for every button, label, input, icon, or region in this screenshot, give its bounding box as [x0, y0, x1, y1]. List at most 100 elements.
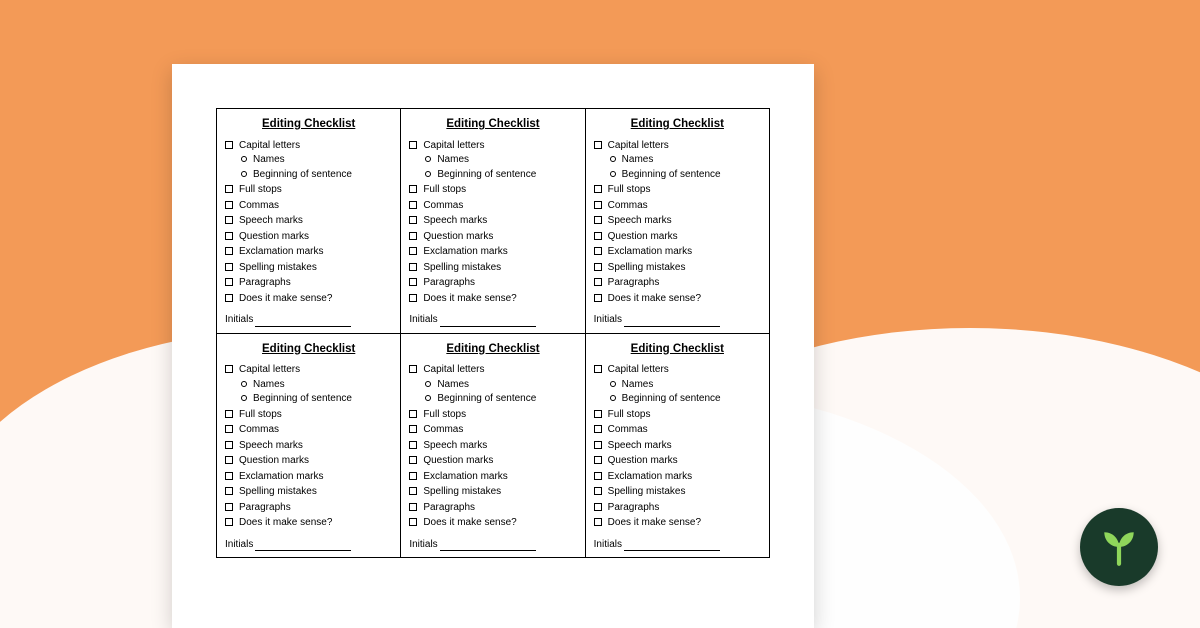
checkbox-icon[interactable]: [594, 365, 602, 373]
checkbox-icon[interactable]: [225, 472, 233, 480]
initials-input-line[interactable]: [440, 317, 536, 327]
check-item: Spelling mistakes: [409, 485, 576, 499]
checkbox-icon[interactable]: [594, 263, 602, 271]
checkbox-icon[interactable]: [594, 487, 602, 495]
checkbox-icon[interactable]: [225, 232, 233, 240]
worksheet-page: Editing ChecklistCapital lettersNamesBeg…: [172, 64, 814, 628]
checkbox-icon[interactable]: [409, 410, 417, 418]
checkbox-icon[interactable]: [594, 216, 602, 224]
checkbox-icon[interactable]: [409, 294, 417, 302]
check-subitem-label: Names: [253, 153, 285, 167]
checkbox-icon[interactable]: [225, 456, 233, 464]
checkbox-icon[interactable]: [225, 294, 233, 302]
checkbox-icon[interactable]: [225, 503, 233, 511]
check-item: Capital letters: [409, 139, 576, 153]
check-item: Exclamation marks: [594, 470, 761, 484]
checkbox-icon[interactable]: [225, 487, 233, 495]
checkbox-icon[interactable]: [225, 365, 233, 373]
checkbox-icon[interactable]: [594, 441, 602, 449]
check-item-label: Speech marks: [239, 214, 303, 228]
checkbox-icon[interactable]: [409, 247, 417, 255]
checkbox-icon[interactable]: [409, 278, 417, 286]
check-item-label: Commas: [608, 423, 648, 437]
check-item-label: Capital letters: [239, 139, 300, 153]
checkbox-icon[interactable]: [409, 141, 417, 149]
check-item: Full stops: [225, 408, 392, 422]
initials-input-line[interactable]: [255, 541, 351, 551]
checkbox-icon[interactable]: [409, 232, 417, 240]
checkbox-icon[interactable]: [409, 263, 417, 271]
checkbox-icon[interactable]: [594, 456, 602, 464]
check-item-label: Speech marks: [423, 439, 487, 453]
checkbox-icon[interactable]: [594, 232, 602, 240]
initials-input-line[interactable]: [440, 541, 536, 551]
check-item: Speech marks: [594, 439, 761, 453]
checkbox-icon[interactable]: [409, 441, 417, 449]
check-item-label: Speech marks: [608, 439, 672, 453]
checkbox-icon[interactable]: [409, 216, 417, 224]
checkbox-icon[interactable]: [225, 247, 233, 255]
checkbox-icon[interactable]: [594, 503, 602, 511]
check-item: Commas: [594, 423, 761, 437]
checkbox-icon[interactable]: [594, 294, 602, 302]
check-item-label: Capital letters: [423, 139, 484, 153]
checkbox-icon[interactable]: [409, 503, 417, 511]
checkbox-icon[interactable]: [594, 201, 602, 209]
checkbox-icon[interactable]: [409, 201, 417, 209]
checkbox-icon[interactable]: [409, 487, 417, 495]
checkbox-icon[interactable]: [594, 278, 602, 286]
initials-input-line[interactable]: [624, 541, 720, 551]
check-subitem-label: Beginning of sentence: [437, 392, 536, 406]
checkbox-icon[interactable]: [225, 185, 233, 193]
bullet-icon: [610, 156, 616, 162]
check-item: Spelling mistakes: [409, 261, 576, 275]
checkbox-icon[interactable]: [594, 425, 602, 433]
check-item-label: Speech marks: [423, 214, 487, 228]
bullet-icon: [241, 381, 247, 387]
initials-label: Initials: [225, 314, 253, 325]
checkbox-icon[interactable]: [409, 456, 417, 464]
checkbox-icon[interactable]: [225, 518, 233, 526]
check-item: Full stops: [409, 183, 576, 197]
checkbox-icon[interactable]: [409, 472, 417, 480]
checkbox-icon[interactable]: [225, 410, 233, 418]
checkbox-icon[interactable]: [594, 472, 602, 480]
initials-input-line[interactable]: [255, 317, 351, 327]
checkbox-icon[interactable]: [594, 247, 602, 255]
checklist-card: Editing ChecklistCapital lettersNamesBeg…: [217, 109, 401, 334]
checklist-card: Editing ChecklistCapital lettersNamesBeg…: [586, 109, 770, 334]
check-item-label: Question marks: [608, 230, 678, 244]
check-item: Capital letters: [594, 139, 761, 153]
checkbox-icon[interactable]: [225, 278, 233, 286]
initials-input-line[interactable]: [624, 317, 720, 327]
check-item: Capital letters: [409, 363, 576, 377]
checkbox-icon[interactable]: [225, 201, 233, 209]
checkbox-icon[interactable]: [225, 425, 233, 433]
checkbox-icon[interactable]: [409, 365, 417, 373]
check-item-label: Question marks: [608, 454, 678, 468]
check-item-label: Spelling mistakes: [239, 261, 317, 275]
stage: Editing ChecklistCapital lettersNamesBeg…: [0, 0, 1200, 628]
checkbox-icon[interactable]: [594, 518, 602, 526]
check-item: Does it make sense?: [594, 516, 761, 530]
check-item: Does it make sense?: [225, 292, 392, 306]
initials-field: Initials: [594, 313, 761, 327]
check-item-label: Does it make sense?: [423, 292, 516, 306]
checkbox-icon[interactable]: [225, 216, 233, 224]
check-subitem-label: Beginning of sentence: [437, 168, 536, 182]
checkbox-icon[interactable]: [225, 441, 233, 449]
check-item: Speech marks: [594, 214, 761, 228]
checkbox-icon[interactable]: [409, 518, 417, 526]
checkbox-icon[interactable]: [409, 425, 417, 433]
checkbox-icon[interactable]: [594, 410, 602, 418]
checkbox-icon[interactable]: [594, 185, 602, 193]
initials-field: Initials: [409, 538, 576, 552]
initials-label: Initials: [594, 539, 622, 550]
check-item-label: Paragraphs: [423, 501, 475, 515]
check-item-label: Does it make sense?: [423, 516, 516, 530]
checkbox-icon[interactable]: [225, 263, 233, 271]
card-title: Editing Checklist: [225, 117, 392, 133]
checkbox-icon[interactable]: [594, 141, 602, 149]
checkbox-icon[interactable]: [409, 185, 417, 193]
checkbox-icon[interactable]: [225, 141, 233, 149]
